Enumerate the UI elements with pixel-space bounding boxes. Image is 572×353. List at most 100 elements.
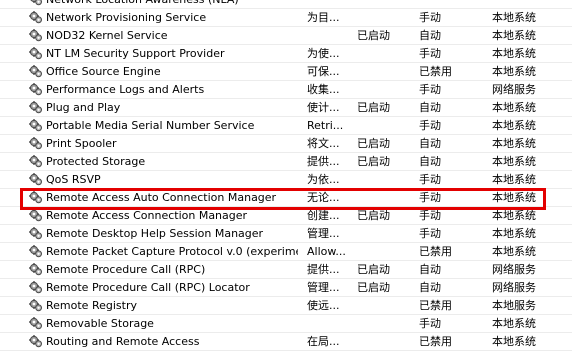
service-row[interactable]: Remote Packet Capture Protocol v.0 (expe… xyxy=(0,243,572,261)
service-row[interactable]: Remote Desktop Help Session Manager 管理...… xyxy=(0,225,572,243)
service-row[interactable]: QoS RSVP 为依... 手动 本地系统 xyxy=(0,171,572,189)
service-logon-as: 网络服务 xyxy=(492,83,536,96)
service-row[interactable]: Removable Storage 手动 本地系统 xyxy=(0,315,572,333)
service-description xyxy=(307,315,351,332)
service-status: 已启动 xyxy=(357,281,390,294)
service-row[interactable]: Remote Access Auto Connection Manager 无论.… xyxy=(0,189,572,207)
service-startup-type: 手动 xyxy=(419,173,441,186)
service-status xyxy=(357,225,413,242)
service-startup-type: 自动 xyxy=(419,101,441,114)
service-description: Retri... xyxy=(307,119,344,132)
service-row[interactable]: Remote Access Connection Manager 创建... 已启动… xyxy=(0,207,572,225)
service-description: 在局... xyxy=(307,335,340,348)
service-description: 为依... xyxy=(307,173,340,186)
service-status xyxy=(357,189,413,206)
service-startup-type: 自动 xyxy=(419,281,441,294)
service-description: 可保... xyxy=(307,65,340,78)
service-logon-as: 本地系统 xyxy=(492,245,536,258)
service-description xyxy=(307,27,351,44)
service-description: 为使... xyxy=(307,47,340,60)
service-row[interactable]: NT LM Security Support Provider 为使... 手动 本地… xyxy=(0,45,572,63)
service-status: 已启动 xyxy=(357,29,390,42)
service-name: Remote Access Auto Connection Manager xyxy=(46,191,277,204)
service-row[interactable]: Remote Procedure Call (RPC) 提供... 已启动 自动 网络服… xyxy=(0,261,572,279)
service-startup-type: 自动 xyxy=(419,155,441,168)
service-name: Plug and Play xyxy=(46,101,121,114)
service-status: 已启动 xyxy=(357,155,390,168)
service-row[interactable]: Plug and Play 使计... 已启动 自动 本地系统 xyxy=(0,99,572,117)
service-row[interactable]: Office Source Engine 可保... 已禁用 本地系统 xyxy=(0,63,572,81)
service-name: QoS RSVP xyxy=(46,173,101,186)
service-logon-as xyxy=(492,0,572,8)
service-gear-icon xyxy=(29,119,43,132)
service-row[interactable]: Print Spooler 将文... 已启动 自动 本地系统 xyxy=(0,135,572,153)
service-description: 为目... xyxy=(307,11,340,24)
service-logon-as: 本地服务 xyxy=(492,299,536,312)
service-gear-icon xyxy=(29,191,43,204)
service-startup-type: 手动 xyxy=(419,47,441,60)
service-logon-as: 网络服务 xyxy=(492,281,536,294)
service-row[interactable]: Protected Storage 提供... 已启动 自动 本地系统 xyxy=(0,153,572,171)
service-status xyxy=(357,9,413,26)
service-description: 创建... xyxy=(307,209,340,222)
service-status xyxy=(357,243,413,260)
service-row[interactable]: Remote Registry 使远... 已禁用 本地服务 xyxy=(0,297,572,315)
service-description: 收集... xyxy=(307,83,340,96)
service-startup-type: 已禁用 xyxy=(419,65,452,78)
service-row[interactable]: Network Location Awareness (NLA) xyxy=(0,0,572,9)
service-logon-as: 本地系统 xyxy=(492,11,536,24)
service-row[interactable]: Network Provisioning Service 为目... 手动 本地系统 xyxy=(0,9,572,27)
service-row[interactable]: Remote Procedure Call (RPC) Locator 管理...… xyxy=(0,279,572,297)
service-status xyxy=(357,0,413,8)
service-name: Network Location Awareness (NLA) xyxy=(46,0,298,8)
service-gear-icon xyxy=(29,227,43,240)
service-name: Protected Storage xyxy=(46,155,146,168)
service-startup-type: 已禁用 xyxy=(419,245,452,258)
service-logon-as: 本地系统 xyxy=(492,65,536,78)
service-gear-icon xyxy=(29,317,43,330)
service-logon-as: 本地系统 xyxy=(492,29,536,42)
service-gear-icon xyxy=(29,209,43,222)
service-startup-type: 手动 xyxy=(419,209,441,222)
service-row[interactable]: Performance Logs and Alerts 收集... 手动 网络服务 xyxy=(0,81,572,99)
service-logon-as: 本地系统 xyxy=(492,227,536,240)
service-gear-icon xyxy=(29,47,43,60)
service-description: 使远... xyxy=(307,299,340,312)
service-startup-type xyxy=(419,0,485,8)
service-startup-type: 自动 xyxy=(419,29,441,42)
service-gear-icon xyxy=(29,155,43,168)
service-name: Network Provisioning Service xyxy=(46,11,207,24)
service-startup-type: 自动 xyxy=(419,137,441,150)
service-gear-icon xyxy=(29,83,43,96)
service-gear-icon xyxy=(29,299,43,312)
service-name: Remote Access Connection Manager xyxy=(46,209,248,222)
service-startup-type: 手动 xyxy=(419,227,441,240)
service-gear-icon xyxy=(29,263,43,276)
service-gear-icon xyxy=(29,245,43,258)
service-logon-as: 本地系统 xyxy=(492,191,536,204)
service-row[interactable]: NOD32 Kernel Service 已启动 自动 本地系统 xyxy=(0,27,572,45)
service-name: NT LM Security Support Provider xyxy=(46,47,225,60)
service-description: 提供... xyxy=(307,263,340,276)
service-startup-type: 手动 xyxy=(419,83,441,96)
service-startup-type: 手动 xyxy=(419,11,441,24)
service-status xyxy=(357,63,413,80)
service-startup-type: 已禁用 xyxy=(419,299,452,312)
service-row[interactable]: Routing and Remote Access 在局... 已禁用 本地系统 xyxy=(0,333,572,351)
service-gear-icon xyxy=(29,137,43,150)
service-gear-icon xyxy=(29,101,43,114)
service-description: Allow... xyxy=(307,245,346,258)
service-startup-type: 自动 xyxy=(419,263,441,276)
service-logon-as: 本地系统 xyxy=(492,137,536,150)
service-row[interactable]: Portable Media Serial Number Service Retr… xyxy=(0,117,572,135)
service-gear-icon xyxy=(29,0,43,6)
service-name: Portable Media Serial Number Service xyxy=(46,119,255,132)
service-name: Remote Desktop Help Session Manager xyxy=(46,227,264,240)
service-status xyxy=(357,45,413,62)
service-status: 已启动 xyxy=(357,209,390,222)
service-name: Remote Packet Capture Protocol v.0 (expe… xyxy=(46,245,298,258)
service-status xyxy=(357,315,413,332)
service-status: 已启动 xyxy=(357,101,390,114)
service-name: Print Spooler xyxy=(46,137,117,150)
service-logon-as: 本地系统 xyxy=(492,155,536,168)
